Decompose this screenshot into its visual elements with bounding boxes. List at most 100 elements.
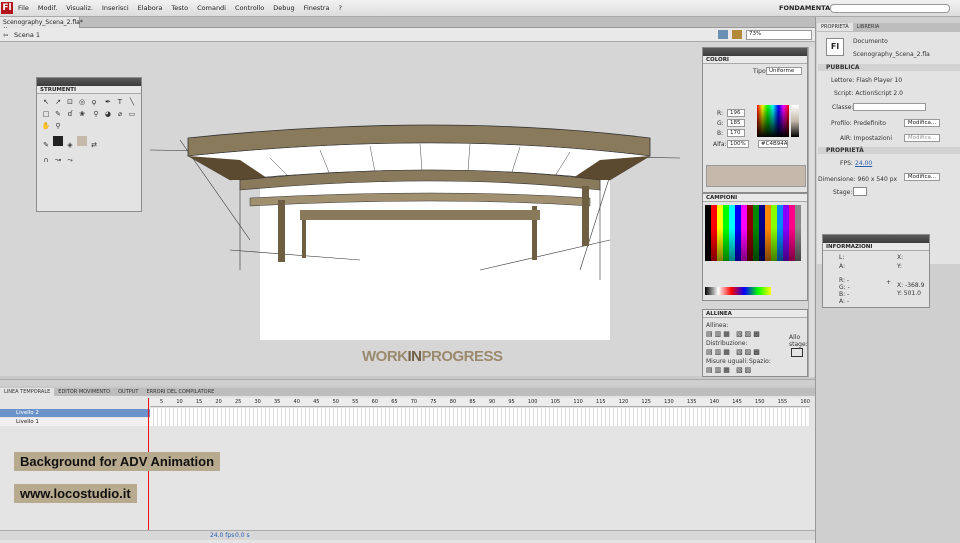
scene-name[interactable]: Scena 1 <box>14 31 40 39</box>
brush-tool-icon[interactable]: ɗ <box>65 109 75 119</box>
menu-inserisci[interactable]: Inserisci <box>102 4 129 12</box>
pen-tool-icon[interactable]: ✒ <box>103 97 113 107</box>
edit-symbol-icon[interactable] <box>732 30 742 39</box>
smooth-icon[interactable]: ↝ <box>53 155 63 165</box>
frame-tick: 155 <box>777 399 788 405</box>
menu-debug[interactable]: Debug <box>273 4 294 12</box>
match-size-buttons[interactable]: ▤▥▦ ▧▨ <box>706 366 753 374</box>
fill-color-swatch[interactable] <box>77 136 87 146</box>
hex-input[interactable]: #C4B94A <box>758 140 788 148</box>
layer-row[interactable]: Livello 1 <box>0 418 150 426</box>
tab-motion-editor[interactable]: EDITOR MOVIMENTO <box>54 388 114 396</box>
stage-color-swatch[interactable] <box>853 187 867 196</box>
frame-tick: 120 <box>618 399 629 405</box>
back-arrow-icon[interactable]: ⇦ <box>3 31 8 39</box>
menu-visualiz[interactable]: Visualiz. <box>66 4 93 12</box>
air-label: AIR: Impostazioni <box>840 135 892 142</box>
swatches-title: CAMPIONI <box>703 194 807 202</box>
tab-libreria[interactable]: LIBRERIA <box>853 23 884 31</box>
eyedropper-icon[interactable]: ⌀ <box>115 109 125 119</box>
panels-scrollbar[interactable] <box>808 47 814 377</box>
color-picker-field[interactable] <box>757 105 789 137</box>
gradient-swatches[interactable] <box>705 287 771 295</box>
align-buttons[interactable]: ▤▥▦ ▧▨▩ <box>706 330 762 338</box>
tab-output[interactable]: OUTPUT <box>114 388 142 396</box>
edit-scene-icon[interactable] <box>718 30 728 39</box>
frame-tick: 110 <box>573 399 583 405</box>
hand-tool-icon[interactable]: ✋ <box>41 121 51 131</box>
straighten-icon[interactable]: ⤳ <box>65 155 75 165</box>
brightness-slider[interactable] <box>791 105 799 137</box>
menu-controllo[interactable]: Controllo <box>235 4 264 12</box>
title-banner: Background for ADV Animation <box>14 452 221 471</box>
layer-row[interactable]: Livello 2 <box>0 409 150 417</box>
menu-comandi[interactable]: Comandi <box>197 4 226 12</box>
text-tool-icon[interactable]: T <box>115 97 125 107</box>
stage-label: Stage: <box>833 189 853 196</box>
snap-magnet-icon[interactable]: ∩ <box>41 155 51 165</box>
bone-tool-icon[interactable]: ⚲ <box>91 109 101 119</box>
free-transform-icon[interactable]: ⊡ <box>65 97 75 107</box>
menu-file[interactable]: File <box>18 4 29 12</box>
menu-finestra[interactable]: Finestra <box>304 4 330 12</box>
info-panel-header[interactable] <box>823 235 929 243</box>
pencil-tool-icon[interactable]: ✎ <box>53 109 63 119</box>
menu-testo[interactable]: Testo <box>171 4 188 12</box>
subselection-tool-icon[interactable]: ↗ <box>53 97 63 107</box>
selection-tool-icon[interactable]: ↖ <box>41 97 51 107</box>
frame-grid[interactable] <box>150 408 810 426</box>
line-tool-icon[interactable]: ╲ <box>127 97 137 107</box>
document-tab[interactable]: Scenography_Scena_2.fla* ✕ <box>0 17 83 33</box>
stroke-color-icon[interactable]: ✎ <box>41 140 51 150</box>
modify-profile-button[interactable]: Modifica... <box>904 119 940 127</box>
zoom-tool-icon[interactable]: ⚲ <box>53 121 63 131</box>
timeline-footer <box>0 530 815 540</box>
pubblica-section[interactable]: PUBBLICA <box>818 64 960 71</box>
tools-panel: STRUMENTI ↖ ↗ ⊡ ◎ ϙ ✒ T ╲□ ✎ ɗ ❀ ⚲ ◕ ⌀ ▭ ✋ ⚲ ✎ ◈ ⇄ ∩ ↝ ⤳ <box>36 77 142 212</box>
documento-label: Documento <box>853 38 888 45</box>
frame-tick: 25 <box>234 399 242 405</box>
tools-panel-header[interactable] <box>37 78 141 86</box>
fps-readout[interactable]: 24.0 fps <box>210 532 234 539</box>
deco-tool-icon[interactable]: ❀ <box>77 109 87 119</box>
swap-colors-icon[interactable]: ⇄ <box>89 140 99 150</box>
to-stage-toggle[interactable] <box>791 348 803 357</box>
swatch-grid[interactable] <box>705 205 801 261</box>
colors-panel: COLORI Tipo: Uniforme R: 196 G: 185 B: 170 … <box>702 47 808 193</box>
time-readout[interactable]: 0.0 s <box>235 532 250 539</box>
menu-modif[interactable]: Modif. <box>38 4 57 12</box>
info-r: R: - <box>839 277 850 284</box>
modify-air-button[interactable]: Modifica... <box>904 134 940 142</box>
class-input[interactable] <box>853 103 926 111</box>
tab-timeline[interactable]: LINEA TEMPORALE <box>0 388 55 396</box>
zoom-select[interactable]: 73% <box>746 30 812 40</box>
blue-input[interactable]: 170 <box>727 129 745 137</box>
tipo-select[interactable]: Uniforme <box>766 67 802 75</box>
modify-size-button[interactable]: Modifica... <box>904 173 940 181</box>
info-g: G: - <box>839 284 850 291</box>
proprieta-section[interactable]: PROPRIETÀ <box>818 147 960 154</box>
3d-rotation-icon[interactable]: ◎ <box>77 97 87 107</box>
work-in-progress-logo: WORKINPROGRESS <box>362 348 503 365</box>
colors-panel-header[interactable] <box>703 48 807 56</box>
crosshair-icon: + <box>886 279 892 286</box>
fill-color-icon[interactable]: ◈ <box>65 140 75 150</box>
horizontal-scrollbar[interactable] <box>0 379 815 386</box>
paint-bucket-icon[interactable]: ◕ <box>103 109 113 119</box>
green-input[interactable]: 185 <box>727 119 745 127</box>
menu-help[interactable]: ? <box>338 4 341 12</box>
search-input[interactable] <box>830 4 950 13</box>
fps-value[interactable]: 24.00 <box>855 160 872 167</box>
menu-elabora[interactable]: Elabora <box>138 4 163 12</box>
distribute-buttons[interactable]: ▤▥▦ ▧▨▩ <box>706 348 762 356</box>
tab-compiler-errors[interactable]: ERRORI DEL COMPILATORE <box>142 388 218 396</box>
rectangle-tool-icon[interactable]: □ <box>41 109 51 119</box>
player-label: Lettore: Flash Player 10 <box>831 77 903 84</box>
lasso-tool-icon[interactable]: ϙ <box>89 97 99 107</box>
red-input[interactable]: 196 <box>727 109 745 117</box>
tab-proprieta[interactable]: PROPRIETÀ <box>817 23 853 31</box>
stroke-color-swatch[interactable] <box>53 136 63 146</box>
alfa-input[interactable]: 100% <box>727 140 749 148</box>
eraser-tool-icon[interactable]: ▭ <box>127 109 137 119</box>
allo-stage-label: Allo stage: <box>789 334 808 348</box>
